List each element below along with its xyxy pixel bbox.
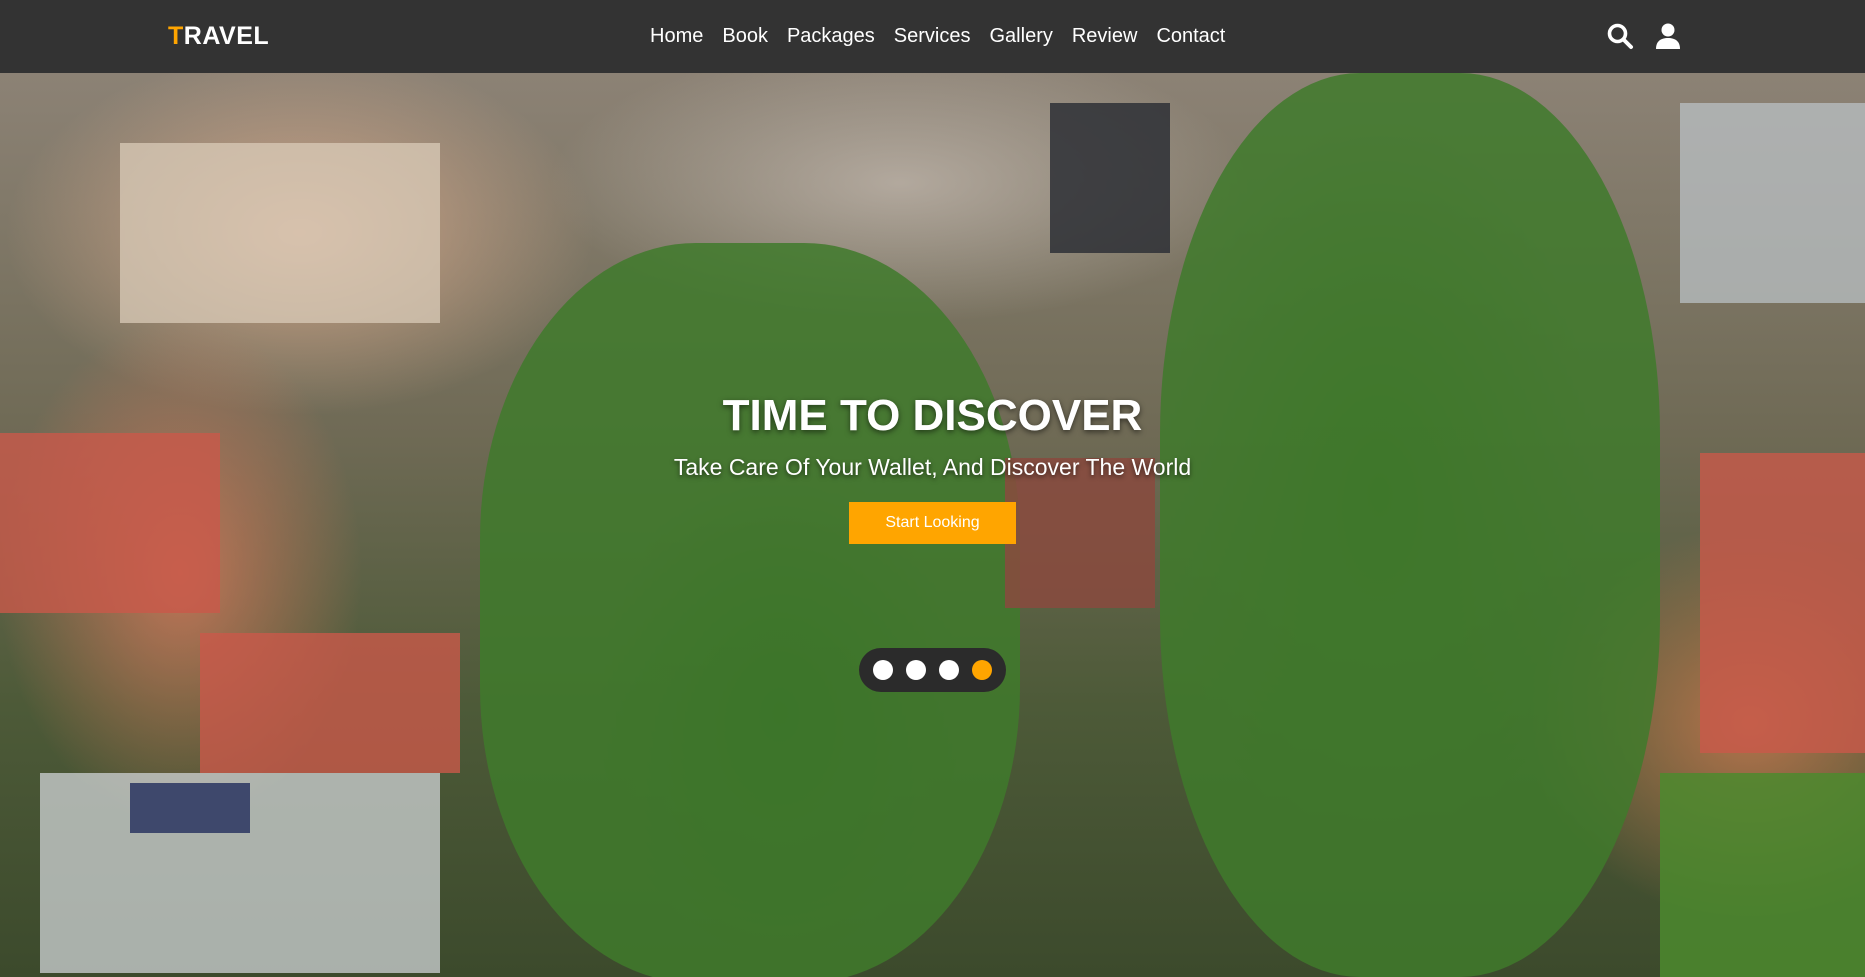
- brand-logo-accent: T: [168, 22, 184, 50]
- hero-subtitle: Take Care Of Your Wallet, And Discover T…: [673, 454, 1192, 480]
- background-buildings-upper-left: [120, 143, 440, 323]
- background-buildings-right: [1680, 103, 1865, 303]
- hero-section: TIME TO DISCOVER Take Care Of Your Walle…: [0, 73, 1865, 977]
- nav-contact-link[interactable]: Contact: [1156, 25, 1225, 48]
- header-icons: [1606, 22, 1682, 50]
- nav-review-link[interactable]: Review: [1072, 25, 1138, 48]
- slider-dots: [859, 648, 1006, 692]
- background-solar-panels: [130, 783, 250, 833]
- background-vertical-forest-right: [1160, 73, 1660, 977]
- user-icon[interactable]: [1654, 22, 1682, 50]
- slider-dot-1[interactable]: [873, 660, 893, 680]
- slider-dot-4[interactable]: [972, 660, 992, 680]
- nav-book-link[interactable]: Book: [722, 25, 768, 48]
- brand-logo[interactable]: TRAVEL: [168, 22, 269, 51]
- background-rooftops-right: [1700, 453, 1865, 753]
- nav-packages-link[interactable]: Packages: [787, 25, 875, 48]
- brand-logo-text: RAVEL: [183, 22, 270, 50]
- top-header: TRAVEL Home Book Packages Services Galle…: [0, 0, 1865, 73]
- nav-home-link[interactable]: Home: [650, 25, 703, 48]
- background-tower-dark: [1050, 103, 1170, 253]
- slider-dot-2[interactable]: [906, 660, 926, 680]
- search-icon[interactable]: [1606, 22, 1634, 50]
- background-park-lawn: [1660, 773, 1865, 977]
- background-rooftops-lower-left: [200, 633, 460, 773]
- nav-services-link[interactable]: Services: [894, 25, 971, 48]
- background-vertical-forest-left: [480, 243, 1020, 977]
- hero-title: TIME TO DISCOVER: [722, 391, 1143, 440]
- start-looking-button[interactable]: Start Looking: [849, 502, 1016, 544]
- nav-gallery-link[interactable]: Gallery: [990, 25, 1053, 48]
- slider-dot-3[interactable]: [939, 660, 959, 680]
- main-nav: Home Book Packages Services Gallery Revi…: [650, 25, 1225, 48]
